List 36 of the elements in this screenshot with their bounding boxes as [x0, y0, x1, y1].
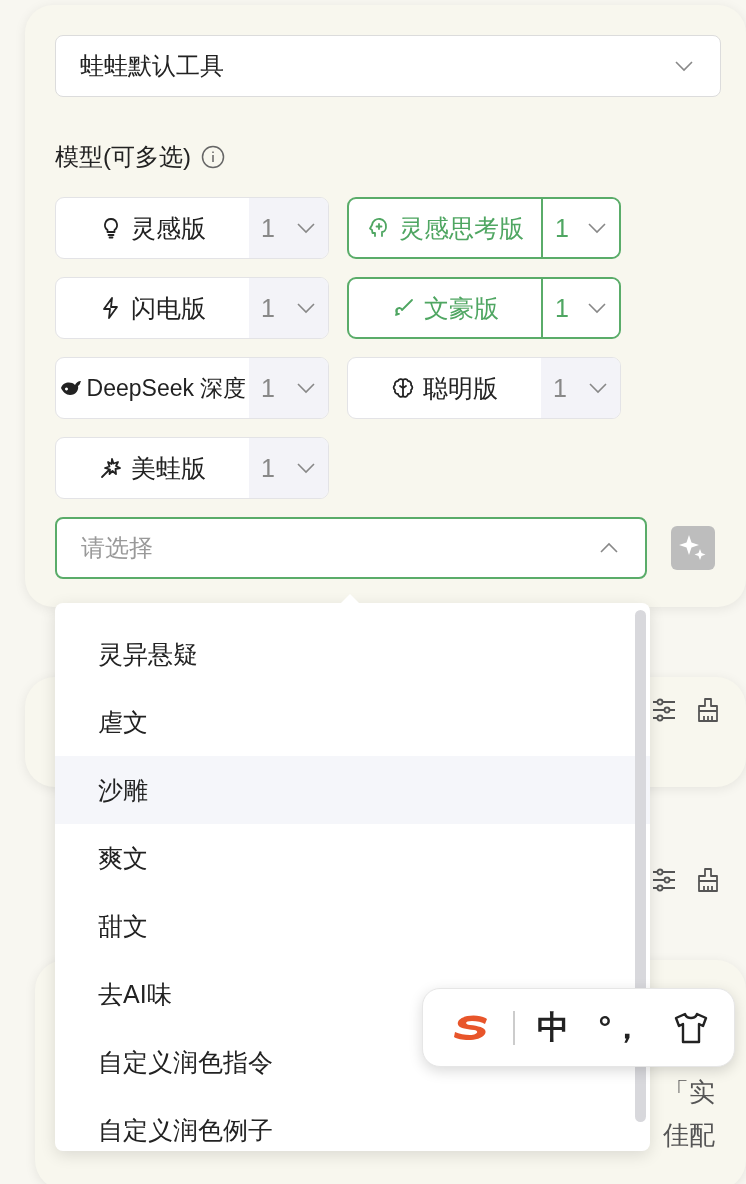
sliders-icon[interactable]	[651, 697, 677, 723]
menu-item[interactable]: 自定义润色例子	[55, 1096, 650, 1164]
select-value: 蛙蛙默认工具	[80, 51, 224, 81]
model-option[interactable]: 聪明版 1	[347, 357, 621, 419]
chevron-down-icon	[587, 222, 607, 234]
menu-item[interactable]: 灵异悬疑	[55, 620, 650, 688]
punctuation-toggle[interactable]: °，	[598, 1005, 644, 1050]
brush-icon[interactable]	[695, 697, 721, 723]
chevron-down-icon	[674, 60, 694, 72]
placeholder-text: 请选择	[81, 533, 153, 563]
model-option[interactable]: 闪电版 1	[55, 277, 329, 339]
models-label: 模型(可多选)	[55, 142, 191, 172]
menu-item[interactable]: 沙雕	[55, 756, 650, 824]
chevron-down-icon	[296, 302, 316, 314]
menu-item[interactable]: 爽文	[55, 824, 650, 892]
text-fragment: 佳配	[663, 1119, 715, 1152]
chevron-down-icon	[588, 382, 608, 394]
chevron-down-icon	[296, 462, 316, 474]
chevron-down-icon	[296, 382, 316, 394]
ime-mode[interactable]: 中	[536, 1005, 569, 1050]
text-fragment: 「实	[663, 1076, 715, 1109]
info-icon	[201, 145, 225, 169]
shirt-icon[interactable]	[673, 1010, 710, 1045]
model-option[interactable]: 灵感版 1	[55, 197, 329, 259]
model-option[interactable]: 美蛙版 1	[55, 437, 329, 499]
tool-select[interactable]: 蛙蛙默认工具	[55, 35, 721, 97]
model-icon	[99, 456, 123, 480]
menu-item[interactable]: 虐文	[55, 688, 650, 756]
model-icon	[391, 376, 415, 400]
menu-item[interactable]: 甜文	[55, 892, 650, 960]
chevron-up-icon	[599, 542, 619, 554]
brush-icon[interactable]	[695, 867, 721, 893]
sliders-icon[interactable]	[651, 867, 677, 893]
chevron-down-icon	[296, 222, 316, 234]
chevron-down-icon	[587, 302, 607, 314]
model-option[interactable]: DeepSeek 深度 1	[55, 357, 329, 419]
